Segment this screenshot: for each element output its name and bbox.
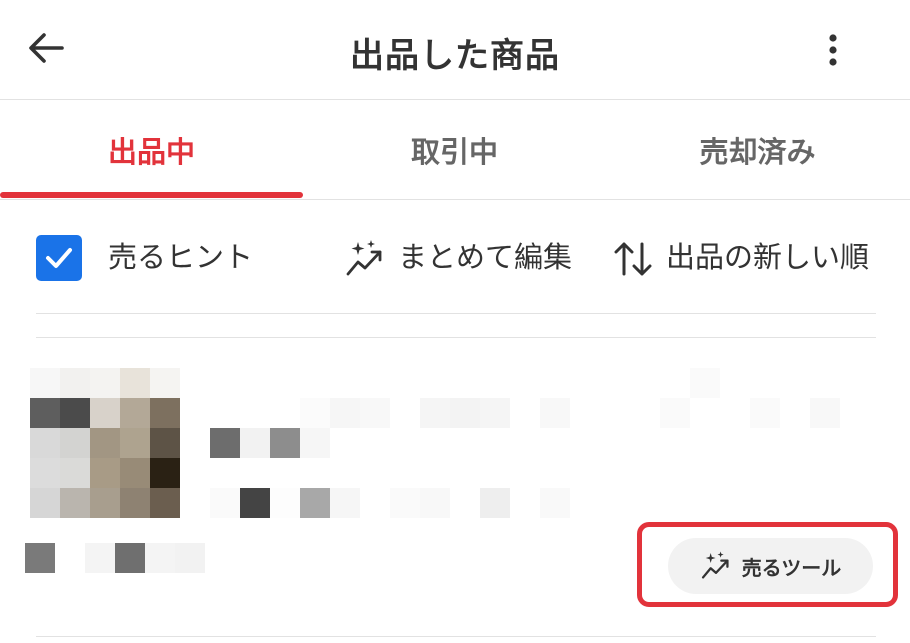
list-bottom-divider bbox=[36, 636, 876, 637]
sparkle-trend-icon bbox=[346, 240, 382, 276]
redacted-pixel bbox=[240, 488, 270, 518]
highlight-annotation-box bbox=[637, 522, 898, 607]
thumbnail-pixel bbox=[60, 398, 90, 428]
thumbnail-pixel bbox=[120, 458, 150, 488]
thumbnail-pixel bbox=[90, 368, 120, 398]
thumbnail-pixel bbox=[60, 368, 90, 398]
tab-trading[interactable]: 取引中 bbox=[303, 100, 606, 200]
thumbnail-pixel bbox=[30, 398, 60, 428]
redacted-pixel bbox=[240, 428, 270, 458]
bulk-edit-label[interactable]: まとめて編集 bbox=[398, 237, 572, 277]
tab-listing[interactable]: 出品中 bbox=[0, 100, 303, 200]
sort-label[interactable]: 出品の新しい順 bbox=[666, 237, 869, 277]
active-tab-indicator bbox=[0, 192, 303, 198]
redacted-pixel bbox=[300, 488, 330, 518]
thumbnail-pixel bbox=[90, 428, 120, 458]
thumbnail-pixel bbox=[150, 428, 180, 458]
checkmark-icon bbox=[46, 248, 72, 268]
thumbnail-pixel bbox=[150, 398, 180, 428]
thumbnail-pixel bbox=[120, 368, 150, 398]
redacted-pixel bbox=[210, 428, 240, 458]
redacted-pixel bbox=[480, 488, 510, 518]
thumbnail-pixel bbox=[90, 398, 120, 428]
redacted-pixel bbox=[300, 428, 330, 458]
redacted-pixel bbox=[360, 398, 390, 428]
app-header: 出品した商品 bbox=[0, 0, 910, 100]
sort-icon-wrap[interactable] bbox=[612, 238, 654, 280]
redacted-pixel bbox=[270, 428, 300, 458]
redacted-pixel bbox=[810, 398, 840, 428]
thumbnail-pixel bbox=[30, 428, 60, 458]
thumbnail-pixel bbox=[30, 458, 60, 488]
redacted-pixel bbox=[210, 488, 240, 518]
bulk-edit-icon-wrap[interactable] bbox=[344, 238, 386, 280]
thumbnail-pixel bbox=[120, 398, 150, 428]
redacted-pixel bbox=[175, 543, 205, 573]
page-title: 出品した商品 bbox=[350, 36, 560, 76]
redacted-pixel bbox=[690, 368, 720, 398]
thumbnail-pixel bbox=[90, 458, 120, 488]
redacted-pixel bbox=[25, 543, 55, 573]
redacted-pixel bbox=[660, 398, 690, 428]
sell-hints-checkbox[interactable] bbox=[36, 235, 82, 281]
redacted-pixel bbox=[450, 398, 480, 428]
thumbnail-pixel bbox=[120, 488, 150, 518]
thumbnail-pixel bbox=[60, 458, 90, 488]
redacted-pixel bbox=[390, 488, 420, 518]
thumbnail-pixel bbox=[150, 368, 180, 398]
redacted-pixel bbox=[420, 398, 450, 428]
redacted-pixel bbox=[420, 488, 450, 518]
redacted-pixel bbox=[145, 543, 175, 573]
tab-sold[interactable]: 売却済み bbox=[606, 100, 909, 200]
vertical-dots-icon bbox=[829, 34, 837, 66]
sell-hints-label[interactable]: 売るヒント bbox=[108, 237, 253, 277]
redacted-pixel bbox=[300, 398, 330, 428]
thumbnail-pixel bbox=[30, 368, 60, 398]
redacted-pixel bbox=[85, 543, 115, 573]
thumbnail-pixel bbox=[60, 488, 90, 518]
thumbnail-pixel bbox=[150, 458, 180, 488]
thumbnail-pixel bbox=[60, 428, 90, 458]
redacted-pixel bbox=[750, 398, 780, 428]
redacted-pixel bbox=[480, 398, 510, 428]
tab-bar: 出品中 取引中 売却済み bbox=[0, 100, 910, 200]
redacted-pixel bbox=[330, 488, 360, 518]
thumbnail-pixel bbox=[90, 488, 120, 518]
thumbnail-pixel bbox=[30, 488, 60, 518]
toolbar-divider bbox=[36, 313, 876, 314]
thumbnail-pixel bbox=[120, 428, 150, 458]
redacted-pixel bbox=[270, 488, 300, 518]
thumbnail-pixel bbox=[150, 488, 180, 518]
redacted-pixel bbox=[540, 398, 570, 428]
redacted-pixel bbox=[330, 398, 360, 428]
redacted-pixel bbox=[115, 543, 145, 573]
redacted-pixel bbox=[540, 488, 570, 518]
more-options-button[interactable] bbox=[810, 24, 856, 76]
sort-arrows-icon bbox=[614, 242, 652, 276]
